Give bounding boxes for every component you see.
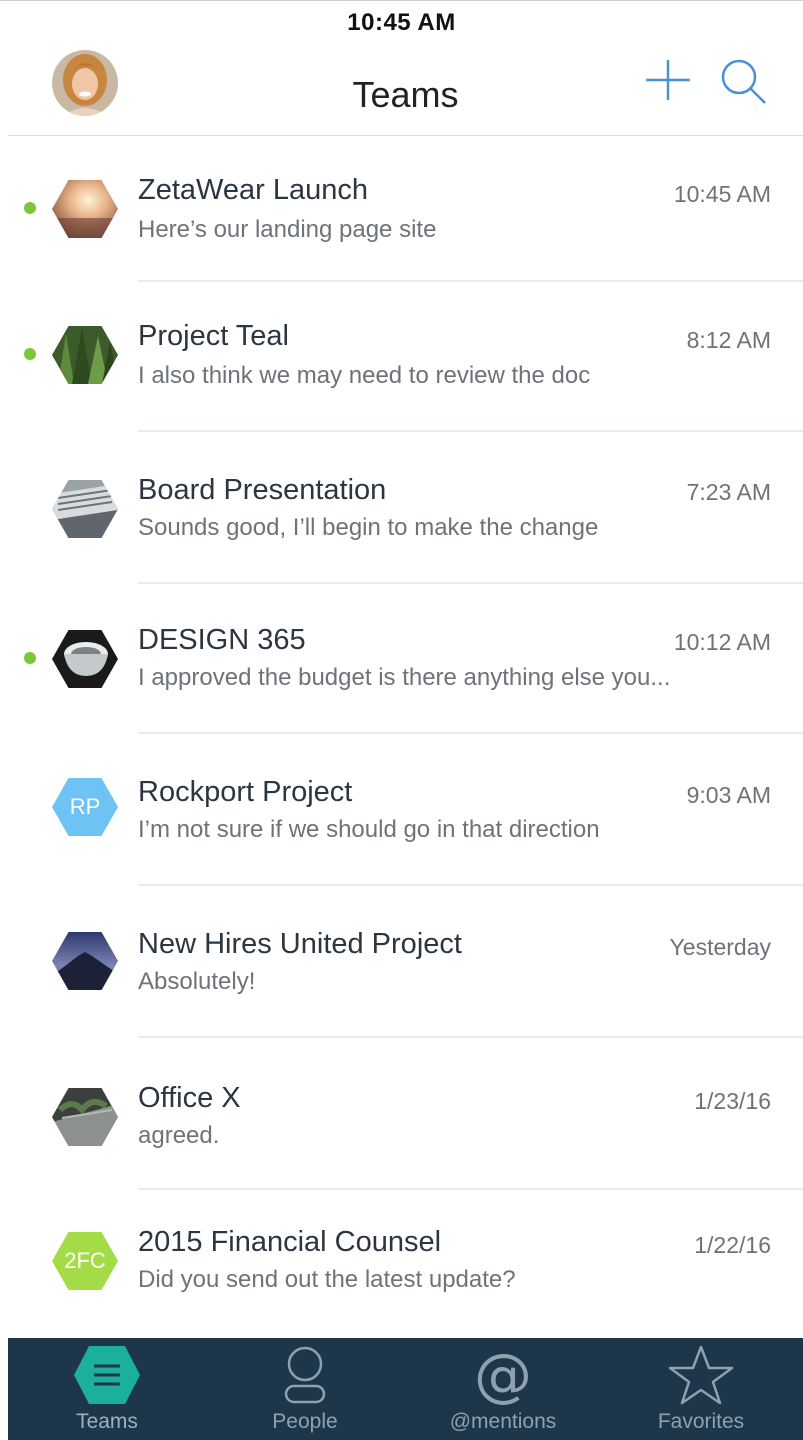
team-time: 10:12 AM [673,629,771,655]
row-divider [138,1036,803,1038]
screen-edge [0,0,8,1440]
header: Teams [8,40,803,136]
tab-mentions[interactable]: @ @mentions [404,1338,602,1440]
team-name: Office X [138,1082,241,1114]
team-time: 1/23/16 [694,1088,771,1114]
team-name: Project Teal [138,320,289,352]
menu-hex-icon [74,1346,140,1404]
team-preview: Did you send out the latest update? [138,1266,516,1293]
team-row[interactable]: ZetaWear Launch 10:45 AM Here’s our land… [8,136,803,286]
team-avatar [52,480,118,538]
team-time: 8:12 AM [686,327,771,353]
team-row[interactable]: DESIGN 365 10:12 AM I approved the budge… [8,584,803,734]
team-preview: I approved the budget is there anything … [138,664,671,691]
team-avatar: 2FC [52,1232,118,1290]
add-team-button[interactable] [644,56,692,104]
online-indicator [24,202,36,214]
person-icon [284,1346,326,1404]
tab-label: Favorites [657,1410,745,1433]
team-row[interactable]: New Hires United Project Yesterday Absol… [8,888,803,1038]
team-preview: I also think we may need to review the d… [138,362,591,389]
tab-label: Teams [76,1410,138,1433]
online-indicator [24,348,36,360]
team-row[interactable]: Board Presentation 7:23 AM Sounds good, … [8,434,803,584]
team-avatar: RP [52,778,118,836]
team-row[interactable]: RP Rockport Project 9:03 AM I’m not sure… [8,736,803,886]
star-icon [668,1345,734,1405]
team-time: 7:23 AM [686,479,771,505]
team-preview: Sounds good, I’ll begin to make the chan… [138,514,599,541]
search-button[interactable] [718,56,770,108]
plus-icon [646,60,690,100]
row-divider [138,1188,803,1190]
team-row[interactable]: Office X 1/23/16 agreed. [8,1040,803,1190]
search-icon [721,59,766,104]
team-time: 9:03 AM [686,782,771,808]
tab-favorites[interactable]: Favorites [602,1338,800,1440]
team-row[interactable]: 2FC 2015 Financial Counsel 1/22/16 Did y… [8,1192,803,1342]
team-name: Board Presentation [138,474,387,506]
team-name: New Hires United Project [138,928,462,960]
tab-bar: Teams People @ @mentions Favorites [8,1338,803,1440]
team-preview: I’m not sure if we should go in that dir… [138,816,600,843]
tab-label: People [272,1410,338,1433]
team-row[interactable]: Project Teal 8:12 AM I also think we may… [8,282,803,432]
tab-label: @mentions [449,1410,557,1433]
team-name: ZetaWear Launch [138,174,368,206]
team-preview: Absolutely! [138,968,256,995]
team-time: 1/22/16 [694,1232,771,1258]
team-time: 10:45 AM [673,181,771,207]
team-avatar [52,630,118,688]
online-indicator [24,652,36,664]
team-preview: agreed. [138,1122,220,1149]
team-name: Rockport Project [138,776,353,808]
tab-people[interactable]: People [206,1338,404,1440]
team-list: ZetaWear Launch 10:45 AM Here’s our land… [8,136,803,1338]
team-avatar [52,932,118,990]
team-avatar [52,1088,118,1146]
team-avatar [52,326,118,384]
team-name: DESIGN 365 [138,624,306,656]
row-divider [138,884,803,886]
team-preview: Here’s our landing page site [138,216,437,243]
at-icon: @ [474,1341,532,1409]
status-time: 10:45 AM [347,9,456,36]
team-time: Yesterday [669,934,771,960]
row-divider [138,430,803,432]
tab-teams[interactable]: Teams [8,1338,206,1440]
team-name: 2015 Financial Counsel [138,1226,442,1258]
status-bar: 10:45 AM [0,0,803,40]
team-avatar [52,180,118,238]
row-divider [138,732,803,734]
